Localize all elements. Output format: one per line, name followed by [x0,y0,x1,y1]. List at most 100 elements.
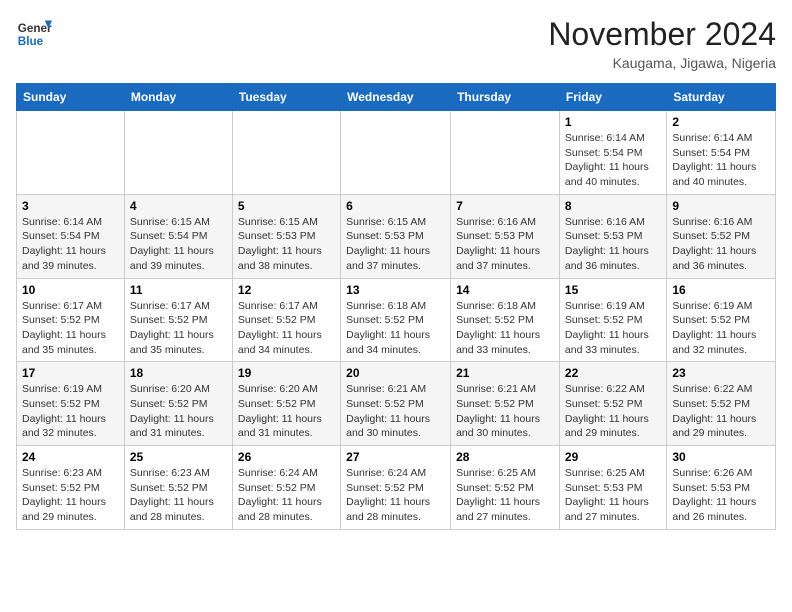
day-number: 30 [672,450,770,464]
day-info: Sunrise: 6:18 AM Sunset: 5:52 PM Dayligh… [456,299,554,358]
calendar-cell: 27 Sunrise: 6:24 AM Sunset: 5:52 PM Dayli… [341,446,451,530]
day-number: 10 [22,283,119,297]
calendar-cell: 16 Sunrise: 6:19 AM Sunset: 5:52 PM Dayli… [667,278,776,362]
calendar-week-row: 17 Sunrise: 6:19 AM Sunset: 5:52 PM Dayli… [17,362,776,446]
day-number: 7 [456,199,554,213]
day-info: Sunrise: 6:16 AM Sunset: 5:52 PM Dayligh… [672,215,770,274]
calendar-week-row: 3 Sunrise: 6:14 AM Sunset: 5:54 PM Daylig… [17,194,776,278]
calendar-cell: 28 Sunrise: 6:25 AM Sunset: 5:52 PM Dayli… [451,446,560,530]
day-number: 3 [22,199,119,213]
day-number: 9 [672,199,770,213]
calendar-cell: 19 Sunrise: 6:20 AM Sunset: 5:52 PM Dayli… [232,362,340,446]
calendar-cell: 26Sunrise: 6:24 AM Sunset: 5:52 PM Dayli… [232,446,340,530]
day-info: Sunrise: 6:15 AM Sunset: 5:54 PM Dayligh… [130,215,227,274]
day-number: 13 [346,283,445,297]
calendar-cell: 29 Sunrise: 6:25 AM Sunset: 5:53 PM Dayli… [559,446,666,530]
svg-text:Blue: Blue [18,35,44,48]
day-info: Sunrise: 6:14 AM Sunset: 5:54 PM Dayligh… [672,131,770,190]
calendar-cell: 20 Sunrise: 6:21 AM Sunset: 5:52 PM Dayli… [341,362,451,446]
day-info: Sunrise: 6:17 AM Sunset: 5:52 PM Dayligh… [22,299,119,358]
day-number: 29 [565,450,661,464]
day-info: Sunrise: 6:19 AM Sunset: 5:52 PM Dayligh… [672,299,770,358]
calendar-cell: 12 Sunrise: 6:17 AM Sunset: 5:52 PM Dayli… [232,278,340,362]
weekday-header-saturday: Saturday [667,84,776,111]
day-info: Sunrise: 6:15 AM Sunset: 5:53 PM Dayligh… [238,215,335,274]
day-info: Sunrise: 6:20 AM Sunset: 5:52 PM Dayligh… [238,382,335,441]
day-number: 1 [565,115,661,129]
day-info: Sunrise: 6:19 AM Sunset: 5:52 PM Dayligh… [565,299,661,358]
calendar-cell: 21 Sunrise: 6:21 AM Sunset: 5:52 PM Dayli… [451,362,560,446]
location: Kaugama, Jigawa, Nigeria [548,55,776,71]
calendar-cell [341,111,451,195]
calendar: SundayMondayTuesdayWednesdayThursdayFrid… [16,83,776,530]
logo: General Blue [16,16,52,52]
calendar-cell [17,111,125,195]
day-number: 18 [130,366,227,380]
day-number: 5 [238,199,335,213]
day-number: 21 [456,366,554,380]
day-info: Sunrise: 6:24 AM Sunset: 5:52 PM Dayligh… [346,466,445,525]
day-info: Sunrise: 6:23 AM Sunset: 5:52 PM Dayligh… [130,466,227,525]
calendar-cell: 25 Sunrise: 6:23 AM Sunset: 5:52 PM Dayli… [124,446,232,530]
day-info: Sunrise: 6:20 AM Sunset: 5:52 PM Dayligh… [130,382,227,441]
calendar-cell: 8Sunrise: 6:16 AM Sunset: 5:53 PM Daylig… [559,194,666,278]
weekday-header-sunday: Sunday [17,84,125,111]
calendar-week-row: 24Sunrise: 6:23 AM Sunset: 5:52 PM Dayli… [17,446,776,530]
day-info: Sunrise: 6:24 AM Sunset: 5:52 PM Dayligh… [238,466,335,525]
day-number: 20 [346,366,445,380]
calendar-cell: 18 Sunrise: 6:20 AM Sunset: 5:52 PM Dayli… [124,362,232,446]
day-number: 16 [672,283,770,297]
day-number: 4 [130,199,227,213]
day-info: Sunrise: 6:22 AM Sunset: 5:52 PM Dayligh… [565,382,661,441]
calendar-cell: 17 Sunrise: 6:19 AM Sunset: 5:52 PM Dayli… [17,362,125,446]
weekday-header-friday: Friday [559,84,666,111]
calendar-cell: 1Sunrise: 6:14 AM Sunset: 5:54 PM Daylig… [559,111,666,195]
weekday-header-row: SundayMondayTuesdayWednesdayThursdayFrid… [17,84,776,111]
day-number: 27 [346,450,445,464]
calendar-cell: 30 Sunrise: 6:26 AM Sunset: 5:53 PM Dayli… [667,446,776,530]
day-number: 17 [22,366,119,380]
calendar-cell: 23Sunrise: 6:22 AM Sunset: 5:52 PM Dayli… [667,362,776,446]
calendar-cell [232,111,340,195]
calendar-cell: 4 Sunrise: 6:15 AM Sunset: 5:54 PM Daylig… [124,194,232,278]
logo-icon: General Blue [16,16,52,52]
day-info: Sunrise: 6:25 AM Sunset: 5:52 PM Dayligh… [456,466,554,525]
weekday-header-thursday: Thursday [451,84,560,111]
day-info: Sunrise: 6:15 AM Sunset: 5:53 PM Dayligh… [346,215,445,274]
day-number: 6 [346,199,445,213]
calendar-cell: 7Sunrise: 6:16 AM Sunset: 5:53 PM Daylig… [451,194,560,278]
calendar-cell: 13Sunrise: 6:18 AM Sunset: 5:52 PM Dayli… [341,278,451,362]
calendar-cell: 9 Sunrise: 6:16 AM Sunset: 5:52 PM Daylig… [667,194,776,278]
day-number: 12 [238,283,335,297]
weekday-header-monday: Monday [124,84,232,111]
calendar-cell [124,111,232,195]
day-number: 14 [456,283,554,297]
day-number: 22 [565,366,661,380]
calendar-week-row: 1 Sunrise: 6:14 AM Sunset: 5:54 PM Daylig… [17,111,776,195]
day-number: 25 [130,450,227,464]
day-number: 2 [672,115,770,129]
month-title: November 2024 [548,16,776,53]
day-number: 19 [238,366,335,380]
day-number: 23 [672,366,770,380]
day-info: Sunrise: 6:19 AM Sunset: 5:52 PM Dayligh… [22,382,119,441]
weekday-header-wednesday: Wednesday [341,84,451,111]
calendar-cell [451,111,560,195]
calendar-cell: 3 Sunrise: 6:14 AM Sunset: 5:54 PM Daylig… [17,194,125,278]
calendar-cell: 6 Sunrise: 6:15 AM Sunset: 5:53 PM Daylig… [341,194,451,278]
calendar-cell: 14 Sunrise: 6:18 AM Sunset: 5:52 PM Dayli… [451,278,560,362]
weekday-header-tuesday: Tuesday [232,84,340,111]
day-info: Sunrise: 6:21 AM Sunset: 5:52 PM Dayligh… [456,382,554,441]
day-info: Sunrise: 6:23 AM Sunset: 5:52 PM Dayligh… [22,466,119,525]
day-number: 11 [130,283,227,297]
day-number: 28 [456,450,554,464]
calendar-cell: 5 Sunrise: 6:15 AM Sunset: 5:53 PM Daylig… [232,194,340,278]
day-info: Sunrise: 6:21 AM Sunset: 5:52 PM Dayligh… [346,382,445,441]
calendar-week-row: 10 Sunrise: 6:17 AM Sunset: 5:52 PM Dayli… [17,278,776,362]
day-info: Sunrise: 6:26 AM Sunset: 5:53 PM Dayligh… [672,466,770,525]
day-info: Sunrise: 6:16 AM Sunset: 5:53 PM Dayligh… [565,215,661,274]
day-info: Sunrise: 6:25 AM Sunset: 5:53 PM Dayligh… [565,466,661,525]
calendar-cell: 15Sunrise: 6:19 AM Sunset: 5:52 PM Dayli… [559,278,666,362]
day-info: Sunrise: 6:14 AM Sunset: 5:54 PM Dayligh… [22,215,119,274]
day-info: Sunrise: 6:17 AM Sunset: 5:52 PM Dayligh… [238,299,335,358]
